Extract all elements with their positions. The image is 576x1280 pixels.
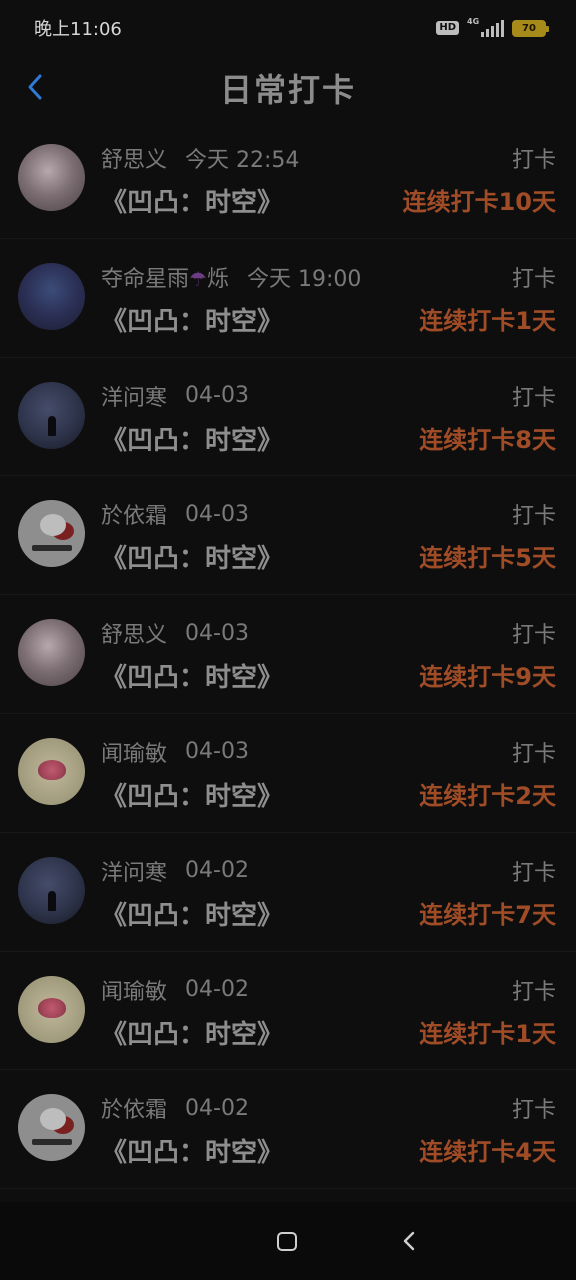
back-button[interactable] xyxy=(18,70,52,104)
list-item[interactable]: 闻瑜敏 04-02 《凹凸：时空》 打卡连续打卡1天 xyxy=(0,952,576,1071)
streak-count: 连续打卡7天 xyxy=(419,900,556,929)
signal-icon: 4G xyxy=(467,17,504,37)
user-name[interactable]: 洋问寒 xyxy=(101,386,167,411)
avatar[interactable] xyxy=(18,975,85,1043)
user-name-group[interactable]: 洋问寒 xyxy=(101,855,167,887)
checkin-time: 04-03 xyxy=(185,383,249,409)
user-name[interactable]: 舒思义 xyxy=(101,623,167,648)
checkin-label: 打卡 xyxy=(511,623,556,649)
book-title[interactable]: 《凹凸：时空》 xyxy=(101,895,283,932)
streak-count: 连续打卡1天 xyxy=(419,306,556,335)
list-item[interactable]: 舒思义 04-03 《凹凸：时空》 打卡连续打卡9天 xyxy=(0,595,576,714)
battery-icon: 70 xyxy=(512,19,549,37)
user-name-group[interactable]: 闻瑜敏 xyxy=(101,974,167,1006)
user-name[interactable]: 於依霜 xyxy=(101,1098,167,1123)
book-title[interactable]: 《凹凸：时空》 xyxy=(101,776,283,813)
entry-meta: 於依霜 04-02 xyxy=(101,1092,249,1124)
checkin-time: 04-03 xyxy=(185,739,249,765)
user-name-group[interactable]: 夺命星雨☂烁 xyxy=(101,261,229,293)
user-name-group[interactable]: 闻瑜敏 xyxy=(101,736,167,768)
checkin-label: 打卡 xyxy=(511,266,556,292)
umbrella-icon: ☂ xyxy=(189,266,207,291)
status-time: 晚上11:06 xyxy=(34,19,122,40)
checkin-label: 打卡 xyxy=(511,860,556,886)
checkin-label: 打卡 xyxy=(511,385,556,411)
entry-meta: 舒思义 04-03 xyxy=(101,617,249,649)
list-item[interactable]: 於依霜 04-02 《凹凸：时空》 打卡连续打卡4天 xyxy=(0,1070,576,1190)
user-name[interactable]: 夺命星雨 xyxy=(101,267,189,292)
streak-count: 连续打卡9天 xyxy=(419,663,556,692)
user-name[interactable]: 洋问寒 xyxy=(101,861,167,886)
book-title[interactable]: 《凹凸：时空》 xyxy=(101,538,283,575)
user-name[interactable]: 闻瑜敏 xyxy=(101,742,167,767)
user-name-group[interactable]: 洋问寒 xyxy=(101,380,167,412)
avatar[interactable] xyxy=(18,856,85,924)
avatar[interactable] xyxy=(18,1094,85,1162)
entry-meta: 夺命星雨☂烁 今天 19:00 xyxy=(101,261,361,293)
book-title[interactable]: 《凹凸：时空》 xyxy=(101,657,283,694)
hd-icon: HD xyxy=(436,21,459,35)
battery-level: 70 xyxy=(522,22,536,34)
user-name-group[interactable]: 舒思义 xyxy=(101,142,167,174)
entry-meta: 闻瑜敏 04-02 xyxy=(101,974,249,1006)
avatar[interactable] xyxy=(18,144,85,211)
entry-meta: 洋问寒 04-02 xyxy=(101,855,249,887)
home-button[interactable] xyxy=(277,1232,297,1251)
checkin-label: 打卡 xyxy=(511,148,556,173)
list-item[interactable]: 闻瑜敏 04-03 《凹凸：时空》 打卡连续打卡2天 xyxy=(0,714,576,833)
checkin-time: 04-02 xyxy=(185,858,249,884)
streak-count: 连续打卡4天 xyxy=(419,1138,556,1167)
avatar[interactable] xyxy=(18,262,85,330)
checkin-label: 打卡 xyxy=(511,504,556,530)
user-name-group[interactable]: 舒思义 xyxy=(101,617,167,649)
page-title: 日常打卡 xyxy=(219,71,356,109)
list-item[interactable]: 洋问寒 04-03 《凹凸：时空》 打卡连续打卡8天 xyxy=(0,358,576,477)
streak-count: 连续打卡8天 xyxy=(419,425,556,454)
system-nav-bar xyxy=(0,1202,576,1280)
avatar[interactable] xyxy=(18,381,85,449)
list-item[interactable]: 夺命星雨☂烁 今天 19:00 《凹凸：时空》 打卡连续打卡1天 xyxy=(0,239,576,358)
book-title[interactable]: 《凹凸：时空》 xyxy=(101,301,283,338)
book-title[interactable]: 《凹凸：时空》 xyxy=(101,1014,283,1051)
user-name[interactable]: 闻瑜敏 xyxy=(101,980,167,1005)
checkin-label: 打卡 xyxy=(511,1098,556,1124)
list-item[interactable]: 於依霜 04-03 《凹凸：时空》 打卡连续打卡5天 xyxy=(0,476,576,596)
user-name-group[interactable]: 於依霜 xyxy=(101,1092,167,1124)
list-item[interactable]: 舒思义 今天 22:54 《凹凸：时空》 打卡连续打卡10天 xyxy=(0,120,576,239)
avatar[interactable] xyxy=(18,500,85,568)
streak-count: 连续打卡10天 xyxy=(402,188,556,216)
system-back-icon[interactable] xyxy=(399,1230,419,1252)
avatar[interactable] xyxy=(18,619,85,687)
entry-meta: 於依霜 04-03 xyxy=(101,498,249,530)
entry-meta: 洋问寒 04-03 xyxy=(101,380,249,412)
streak-count: 连续打卡2天 xyxy=(419,781,556,810)
checkin-time: 04-03 xyxy=(185,501,249,527)
entry-meta: 舒思义 今天 22:54 xyxy=(101,142,299,174)
checkin-time: 04-02 xyxy=(185,977,249,1003)
user-name-group[interactable]: 於依霜 xyxy=(101,498,167,530)
streak-count: 连续打卡5天 xyxy=(419,544,556,573)
checkin-time: 今天 19:00 xyxy=(246,266,362,292)
status-icons: HD 4G 70 xyxy=(436,17,549,37)
book-title[interactable]: 《凹凸：时空》 xyxy=(101,1132,283,1169)
checkin-label: 打卡 xyxy=(511,979,556,1005)
checkin-label: 打卡 xyxy=(511,741,556,767)
status-bar: 晚上11:06 HD 4G 70 xyxy=(0,0,576,56)
checkin-time: 04-03 xyxy=(185,620,249,646)
user-name[interactable]: 於依霜 xyxy=(101,504,167,529)
checkin-list: 舒思义 今天 22:54 《凹凸：时空》 打卡 连续打卡10天 夺命星雨☂烁 今天 19:0… xyxy=(0,120,576,1190)
chevron-left-icon xyxy=(28,74,42,100)
book-title[interactable]: 《凹凸：时空》 xyxy=(101,182,283,219)
entry-meta: 闻瑜敏 04-03 xyxy=(101,736,249,768)
streak-count: 连续打卡1天 xyxy=(419,1019,556,1048)
checkin-time: 04-02 xyxy=(185,1095,249,1121)
book-title[interactable]: 《凹凸：时空》 xyxy=(101,420,283,457)
avatar[interactable] xyxy=(18,737,85,805)
checkin-time: 今天 22:54 xyxy=(185,148,300,173)
user-name[interactable]: 舒思义 xyxy=(101,148,167,173)
network-type: 4G xyxy=(467,17,480,26)
header: 日常打卡 xyxy=(0,56,576,120)
list-item[interactable]: 洋问寒 04-02 《凹凸：时空》 打卡连续打卡7天 xyxy=(0,833,576,952)
user-name-suffix[interactable]: 烁 xyxy=(207,267,229,292)
